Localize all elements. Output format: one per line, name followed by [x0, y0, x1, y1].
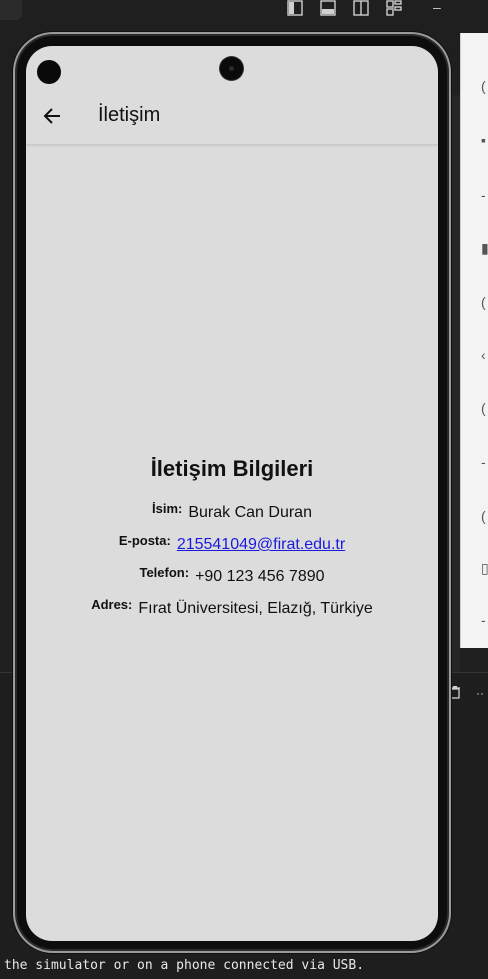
panel-glyph-icon: -	[481, 187, 486, 203]
info-row-name: İsim: Burak Can Duran	[26, 501, 438, 536]
app-bar: İletişim	[26, 88, 438, 145]
back-button[interactable]	[36, 100, 68, 132]
info-row-email: E-posta: 215541049@firat.edu.tr	[26, 533, 438, 568]
panel-bottom-icon[interactable]	[320, 0, 336, 16]
info-value: Burak Can Duran	[188, 504, 312, 521]
terminal-output: the simulator or on a phone connected vi…	[4, 958, 365, 973]
ide-tab[interactable]	[0, 0, 22, 20]
layout-grid-icon[interactable]	[386, 0, 402, 16]
info-row-address: Adres: Fırat Üniversitesi, Elazığ, Türki…	[26, 597, 438, 632]
panel-glyph-icon: (	[481, 294, 486, 310]
info-label: Adres:	[91, 597, 133, 612]
minimize-icon[interactable]: –	[433, 0, 447, 14]
contact-info: İletişim Bilgileri İsim: Burak Can Duran…	[26, 456, 438, 632]
info-value: Fırat Üniversitesi, Elazığ, Türkiye	[138, 600, 373, 617]
ide-side-panel: ( ▪ - ▮ ( ‹ ( - ( ▯ -	[460, 33, 488, 648]
info-label: E-posta:	[118, 533, 171, 548]
front-camera	[220, 57, 243, 80]
panel-glyph-icon: ▯	[481, 560, 488, 576]
panel-glyph-icon: (	[481, 78, 486, 94]
ide-top-bar: –	[0, 0, 488, 22]
page-title: İletişim	[98, 104, 161, 126]
phone-screen: İletişim İletişim Bilgileri İsim: Burak …	[26, 46, 438, 941]
camera-dot	[37, 60, 61, 84]
ide-scroll-strip	[450, 95, 460, 695]
panel-glyph-icon: ▪	[481, 132, 486, 148]
panel-glyph-icon: ▮	[481, 240, 488, 256]
panel-glyph-icon: (	[481, 400, 486, 416]
arrow-left-icon	[36, 106, 68, 126]
panel-glyph-icon: ‹	[481, 347, 486, 363]
section-title: İletişim Bilgileri	[150, 456, 314, 481]
email-link[interactable]: 215541049@firat.edu.tr	[177, 536, 345, 554]
split-vertical-icon[interactable]	[353, 0, 369, 16]
info-row-phone: Telefon: +90 123 456 7890	[26, 565, 438, 600]
panel-glyph-icon: -	[481, 454, 486, 470]
more-icon[interactable]: ··	[476, 686, 484, 700]
info-label: İsim:	[152, 501, 183, 516]
sidebar-left-icon[interactable]	[287, 0, 303, 16]
panel-glyph-icon: (	[481, 508, 486, 524]
info-value: +90 123 456 7890	[195, 568, 325, 585]
panel-glyph-icon: -	[481, 612, 486, 628]
info-label: Telefon:	[139, 565, 190, 580]
